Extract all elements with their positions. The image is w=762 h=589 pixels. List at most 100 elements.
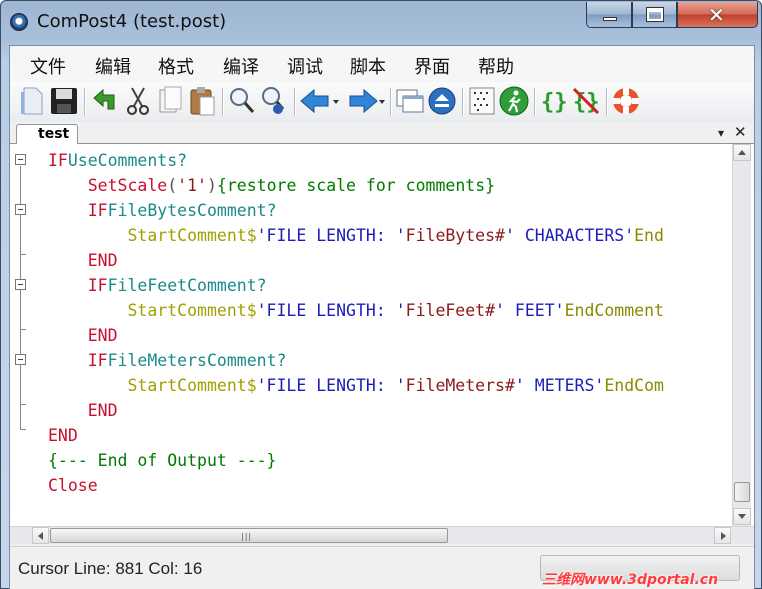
braces-icon[interactable]: {} [538, 84, 570, 118]
menu-interface[interactable]: 界面 [414, 53, 450, 79]
code-line[interactable]: IFUseComments? [48, 148, 732, 173]
fold-toggle[interactable] [15, 354, 26, 365]
save-icon[interactable] [48, 84, 80, 118]
scroll-left-button[interactable] [32, 527, 49, 544]
code-line[interactable]: END [48, 323, 732, 348]
code-token: '1' [177, 176, 207, 195]
run-icon[interactable] [498, 84, 530, 118]
code-line[interactable]: END [48, 398, 732, 423]
menu-script[interactable]: 脚本 [350, 53, 386, 79]
scroll-up-button[interactable] [733, 144, 751, 161]
back-arrow-icon[interactable] [298, 84, 340, 118]
menu-edit[interactable]: 编辑 [95, 53, 131, 79]
fold-toggle[interactable] [15, 154, 26, 165]
minimize-button[interactable] [586, 2, 632, 28]
paste-icon[interactable] [186, 84, 218, 118]
help-lifebuoy-icon[interactable] [610, 84, 642, 118]
toolbar-separator [534, 88, 535, 116]
fold-toggle[interactable] [15, 204, 26, 215]
cursor-position: Cursor Line: 881 Col: 16 [18, 559, 203, 578]
code-line[interactable]: END [48, 248, 732, 273]
code-token: ' METERS' [514, 376, 605, 395]
horizontal-scroll-thumb[interactable]: ||| [50, 528, 448, 543]
close-button[interactable]: ✕ [677, 2, 758, 28]
tab-list-arrow-icon[interactable]: ▾ [718, 126, 724, 140]
code-token: StartComment$ [127, 376, 257, 395]
app-window: ComPost4 (test.post) ✕ 文件 编辑 格式 编译 调试 脚本… [0, 0, 762, 589]
code-line[interactable]: StartComment$'FILE LENGTH: 'FileBytes#' … [48, 223, 732, 248]
close-icon: ✕ [708, 3, 725, 27]
code-token: ) [206, 176, 217, 195]
code-line[interactable]: StartComment$'FILE LENGTH: 'FileMeters#'… [48, 373, 732, 398]
code-token: IF [87, 276, 108, 295]
undo-icon[interactable] [90, 84, 122, 118]
grid-icon[interactable] [466, 84, 498, 118]
code-token: 'FILE LENGTH: ' [256, 301, 406, 320]
fold-toggle[interactable] [15, 279, 26, 290]
menu-file[interactable]: 文件 [30, 53, 66, 79]
toolbar-separator [606, 88, 607, 116]
tab-test[interactable]: test [16, 124, 78, 145]
code-line[interactable]: IFFileFeetComment? [48, 273, 732, 298]
code-token: ( [167, 176, 178, 195]
maximize-button[interactable] [632, 2, 677, 28]
menu-help[interactable]: 帮助 [478, 53, 514, 79]
fold-margin [10, 144, 32, 526]
collapse-icon[interactable] [426, 84, 458, 118]
new-document-icon[interactable] [16, 84, 48, 118]
code-editor[interactable]: IFUseComments? SetScale('1'){restore sca… [10, 144, 754, 544]
vertical-scroll-thumb[interactable] [734, 482, 750, 502]
minimize-icon [603, 17, 617, 21]
code-token: SetScale [87, 176, 168, 195]
client-area: 文件 编辑 格式 编译 调试 脚本 界面 帮助 {} test ▾ ✕ IFUs… [9, 45, 755, 589]
forward-arrow-icon[interactable] [344, 84, 386, 118]
code-token: FileMeters# [405, 376, 515, 395]
code-token: Close [48, 476, 98, 495]
toolbar: {} {} [10, 82, 754, 122]
code-line[interactable]: {--- End of Output ---} [48, 448, 732, 473]
tab-bar: test ▾ ✕ [10, 122, 754, 145]
scroll-down-button[interactable] [733, 508, 751, 525]
find-icon[interactable] [226, 84, 258, 118]
code-line[interactable]: IFFileBytesComment? [48, 198, 732, 223]
svg-text:{}: {} [541, 90, 568, 115]
code-token: {--- End of Output ---} [48, 451, 277, 470]
horizontal-scrollbar[interactable]: ||| [10, 526, 754, 544]
menu-debug[interactable]: 调试 [287, 53, 323, 79]
code-token: {restore scale for comments} [216, 176, 496, 195]
code-token: EndCom [604, 376, 664, 395]
code-token: END [87, 326, 118, 345]
code-line[interactable]: END [48, 423, 732, 448]
code-token: 'FILE LENGTH: ' [256, 226, 406, 245]
fold-end [20, 404, 26, 405]
scroll-right-button[interactable] [714, 527, 731, 544]
code-token: StartComment$ [127, 226, 257, 245]
tab-close-icon[interactable]: ✕ [734, 123, 747, 141]
status-bar: Cursor Line: 881 Col: 16 三维网www.3dportal… [10, 546, 754, 589]
vertical-scrollbar[interactable] [732, 144, 751, 526]
code-text[interactable]: IFUseComments? SetScale('1'){restore sca… [48, 148, 732, 526]
braces-off-icon[interactable]: {} [570, 84, 602, 118]
code-line[interactable]: SetScale('1'){restore scale for comments… [48, 173, 732, 198]
menu-compile[interactable]: 编译 [223, 53, 259, 79]
windows-icon[interactable] [394, 84, 426, 118]
toolbar-separator [294, 88, 295, 116]
title-bar[interactable]: ComPost4 (test.post) ✕ [1, 1, 761, 45]
cut-icon[interactable] [122, 84, 154, 118]
menu-format[interactable]: 格式 [158, 53, 194, 79]
copy-icon[interactable] [154, 84, 186, 118]
code-line[interactable]: IFFileMetersComment? [48, 348, 732, 373]
code-line[interactable]: Close [48, 473, 732, 498]
app-icon[interactable] [10, 13, 28, 31]
code-line[interactable]: StartComment$'FILE LENGTH: 'FileFeet#' F… [48, 298, 732, 323]
find-replace-icon[interactable] [258, 84, 290, 118]
